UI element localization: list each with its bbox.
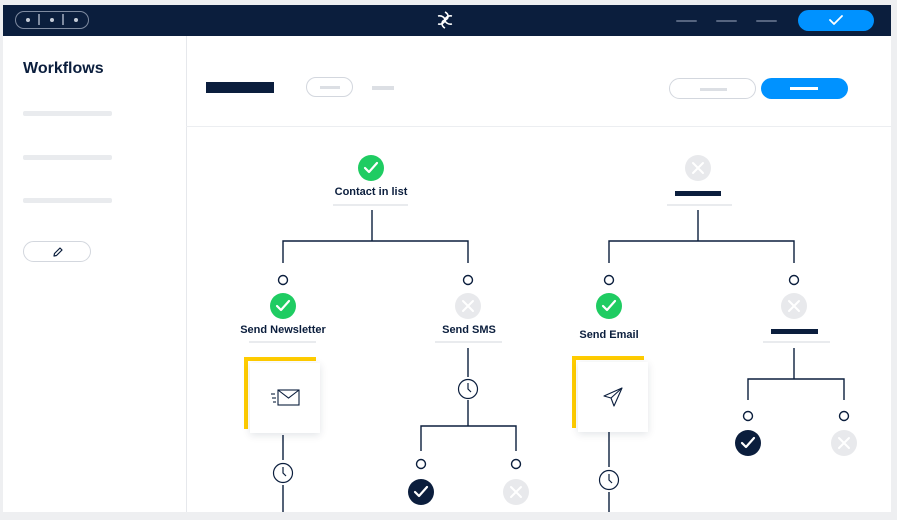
email-action-card[interactable] [578,362,648,432]
clock-icon [598,469,620,491]
trigger-label: Contact in list [334,186,408,198]
connector-dot [788,274,800,286]
inactive-x-icon [831,430,857,456]
label-underline [435,341,502,343]
connector-dot [603,274,615,286]
workflow-canvas [249,155,857,512]
branch-label: Send Newsletter [240,324,326,336]
success-check-icon [358,155,384,181]
label-underline [763,341,830,343]
connector-dot [838,410,850,422]
branch-label: Send SMS [442,324,496,336]
connector-dot [277,274,289,286]
newsletter-action-card[interactable] [250,363,320,433]
clock-icon [272,462,294,484]
inactive-x-icon [503,479,529,505]
connector-dot [462,274,474,286]
placeholder-label [771,329,818,334]
branch-label: Send Email [579,329,639,341]
success-check-icon [270,293,296,319]
connector-dot [415,458,427,470]
app-window: Workflows Contact in list Send Newslette… [3,5,891,512]
inactive-x-icon [685,155,711,181]
clock-icon [457,378,479,400]
placeholder-label [675,191,721,196]
inactive-x-icon [455,293,481,319]
label-underline [333,204,408,206]
connector-dot [742,410,754,422]
inactive-x-icon [781,293,807,319]
paper-plane-icon [603,387,623,407]
label-underline [667,204,732,206]
label-underline [249,341,316,343]
success-check-icon [596,293,622,319]
completed-check-icon [735,430,761,456]
envelope-icon [271,389,300,406]
completed-check-icon [408,479,434,505]
connector-dot [510,458,522,470]
